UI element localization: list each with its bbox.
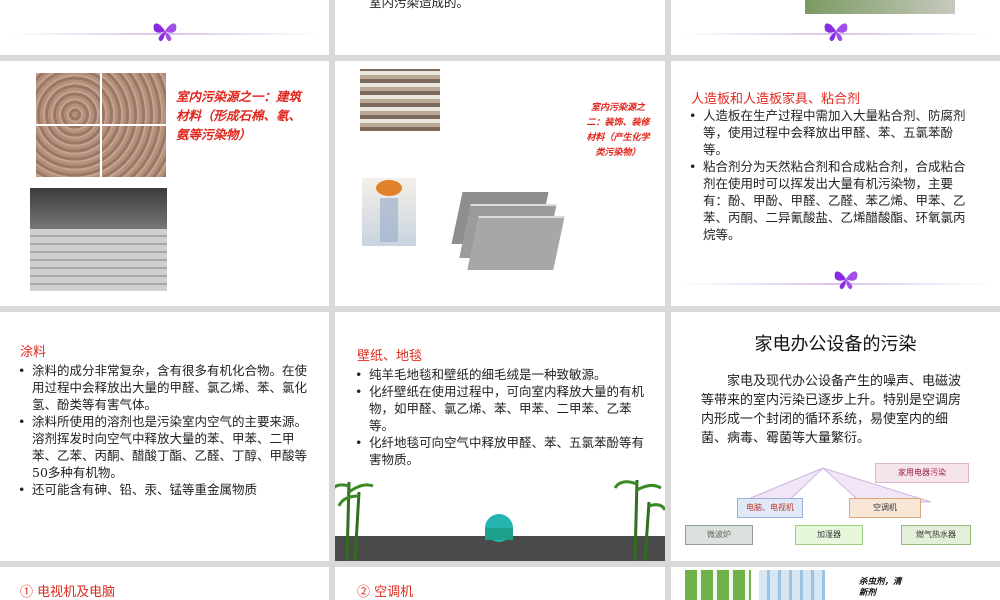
bullet-list: 纯羊毛地毯和壁纸的细毛绒是一种致敏源。 化纤壁纸在使用过程中，可向室内释放大量的… [355,366,655,468]
wood-panels-image [360,69,440,131]
bullet-item: 涂料的成分非常复杂，含有很多有机化合物。在使用过程中会释放出大量的甲醛、氯乙烯、… [18,362,314,413]
cement-bags-image [30,188,167,291]
slide-appliance-pollution[interactable]: 家电办公设备的污染 家电及现代办公设备产生的噪声、电磁波等带来的室内污染已逐步上… [671,312,1000,561]
slide-decoration-materials[interactable]: 室内污染源之二：装饰、装修材料（产生化学类污染物） [335,61,665,306]
room-photo [805,0,955,14]
bullet-item: 粘合剂分为天然粘合剂和合成粘合剂，合成粘合剂在使用时可以挥发出大量有机污染物，主… [689,158,971,243]
product-boxes-image [759,570,825,600]
diagram-node: 电脑、电视机 [737,498,803,518]
slide-text: 室内污染造成的。 [369,0,470,10]
slide-building-materials[interactable]: 室内污染源之一：建筑材料（形成石棉、氡、氨等污染物） [0,61,329,306]
bullet-item: 人造板在生产过程中需加入大量粘合剂、防腐剂等，使用过程中会释放出甲醛、苯、五氯苯… [689,107,971,158]
bamboo-landscape-image [335,479,665,561]
slide-title: 室内污染源之二：装饰、装修材料（产生化学类污染物） [586,103,650,158]
diagram-node: 微波炉 [685,525,753,545]
bullet-item: 还可能含有砷、铅、汞、锰等重金属物质 [18,481,314,498]
butterfly-icon [834,271,858,290]
slide-body: 家电及现代办公设备产生的噪声、电磁波等带来的室内污染已逐步上升。特别是空调房内形… [701,374,962,446]
slide-heading: 涂料 [20,345,47,360]
slide-top-left[interactable] [0,0,329,55]
bullet-item: 化纤壁纸在使用过程中，可向室内释放大量的有机物，如甲醛、氯乙烯、苯、甲苯、二甲苯… [355,383,655,434]
slide-wallpaper-carpet[interactable]: 壁纸、地毯 纯羊毛地毯和壁纸的细毛绒是一种致敏源。 化纤壁纸在使用过程中，可向室… [335,312,665,561]
slide-label: 杀虫剂，清新剂 [859,577,902,598]
diagram-node: 燃气热水器 [901,525,971,545]
bullet-list: 人造板在生产过程中需加入大量粘合剂、防腐剂等，使用过程中会释放出甲醛、苯、五氯苯… [689,107,971,243]
diagram-root: 家用电器污染 [875,463,969,483]
bullet-list: 涂料的成分非常复杂，含有很多有机化合物。在使用过程中会释放出大量的甲醛、氯乙烯、… [18,362,314,498]
butterfly-icon [824,23,848,42]
slide-heading: 壁纸、地毯 [357,349,423,364]
slide-top-mid[interactable]: 室内污染造成的。 [335,0,665,55]
butterfly-icon [153,23,177,42]
stone-tiles-image [36,73,166,177]
slide-heading: ① 电视机及电脑 [20,585,116,600]
flower-vase-image [362,178,416,246]
slide-air-conditioner[interactable]: ② 空调机 [335,567,665,600]
bullet-item: 纯羊毛地毯和壁纸的细毛绒是一种致敏源。 [355,366,655,383]
slide-tv-computer[interactable]: ① 电视机及电脑 [0,567,329,600]
slide-heading: ② 空调机 [357,585,414,600]
slide-top-right[interactable] [671,0,1000,55]
slide-title: 室内污染源之一：建筑材料（形成石棉、氡、氨等污染物） [176,89,302,142]
bullet-item: 涂料所使用的溶剂也是污染室内空气的主要来源。溶剂挥发时向空气中释放大量的苯、甲苯… [18,413,314,481]
slide-sprays[interactable]: 杀虫剂，清新剂 [671,567,1000,600]
slide-wood-boards[interactable]: 人造板和人造板家具、粘合剂 人造板在生产过程中需加入大量粘合剂、防腐剂等，使用过… [671,61,1000,306]
spray-cans-image [685,570,751,600]
gypsum-boards-image [451,188,565,270]
slide-heading: 人造板和人造板家具、粘合剂 [691,92,861,107]
slide-title: 家电办公设备的污染 [754,334,917,355]
diagram-node: 空调机 [849,498,921,518]
diagram-node: 加湿器 [795,525,863,545]
slide-paint[interactable]: 涂料 涂料的成分非常复杂，含有很多有机化合物。在使用过程中会释放出大量的甲醛、氯… [0,312,329,561]
